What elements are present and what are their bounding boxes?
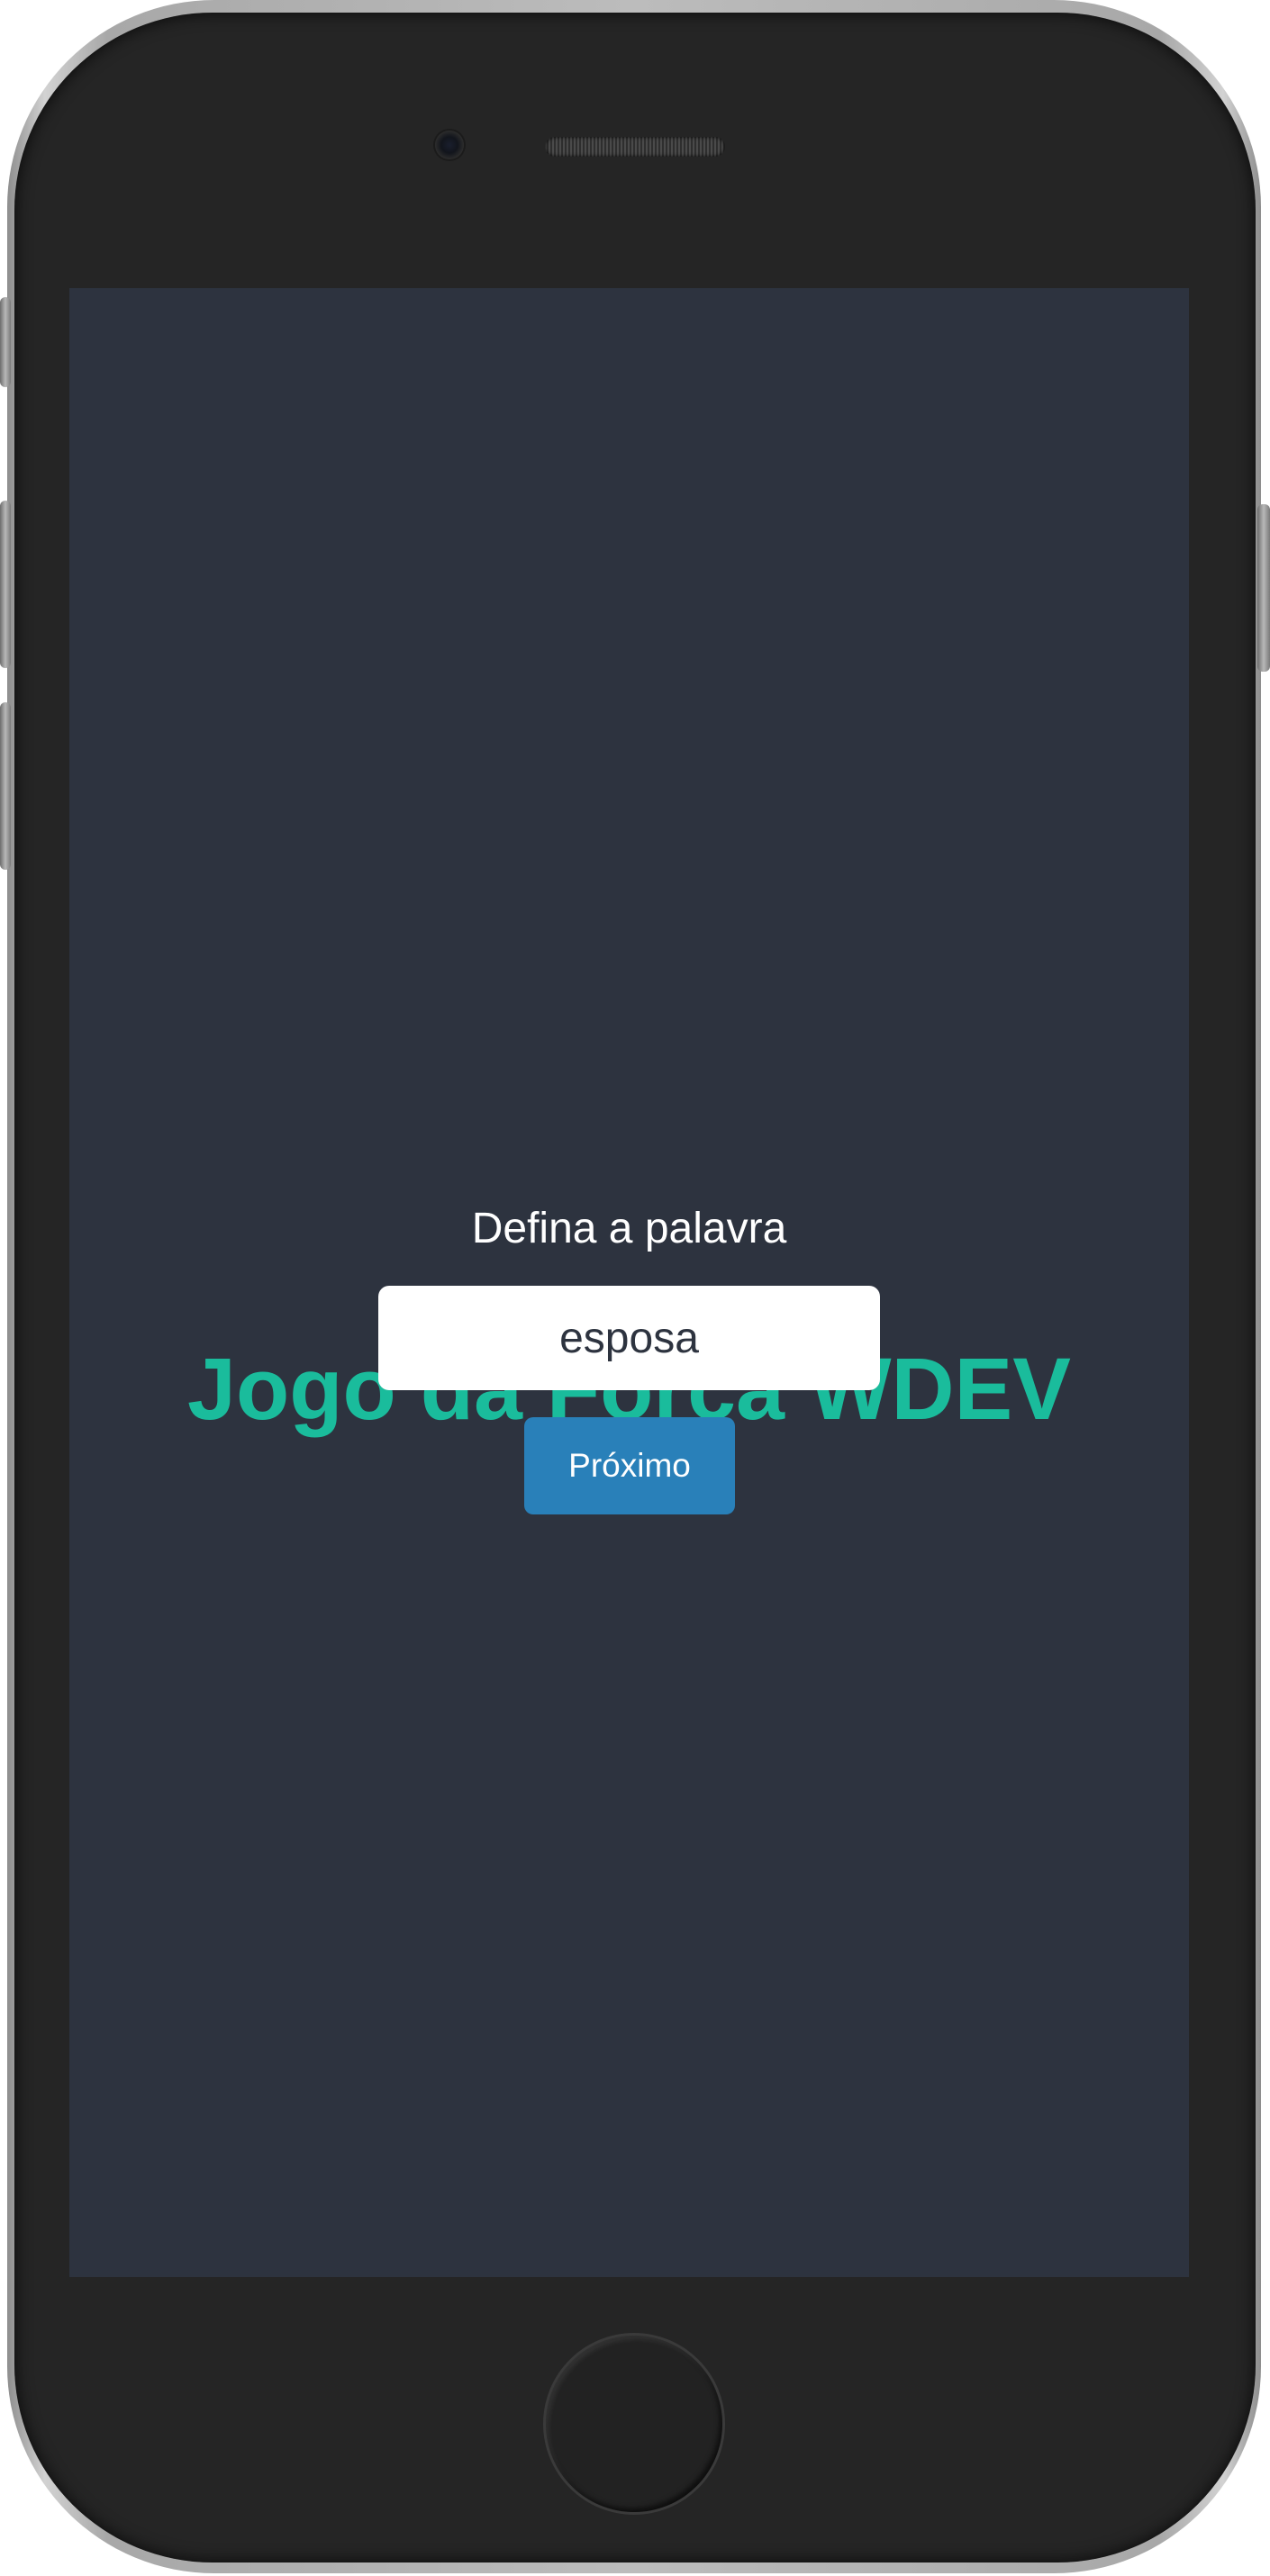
define-word-label: Defina a palavra xyxy=(471,1205,787,1252)
volume-down-button xyxy=(0,702,11,870)
power-button xyxy=(1257,504,1270,672)
word-input[interactable] xyxy=(378,1286,880,1390)
volume-up-button xyxy=(0,501,11,668)
front-camera-icon xyxy=(435,131,464,159)
next-button[interactable]: Próximo xyxy=(524,1417,735,1514)
home-button[interactable] xyxy=(546,2336,722,2512)
app-screen: Jogo da Forca WDEV Defina a palavra Próx… xyxy=(69,288,1189,2277)
earpiece-speaker xyxy=(545,137,725,157)
silent-switch xyxy=(0,297,11,387)
